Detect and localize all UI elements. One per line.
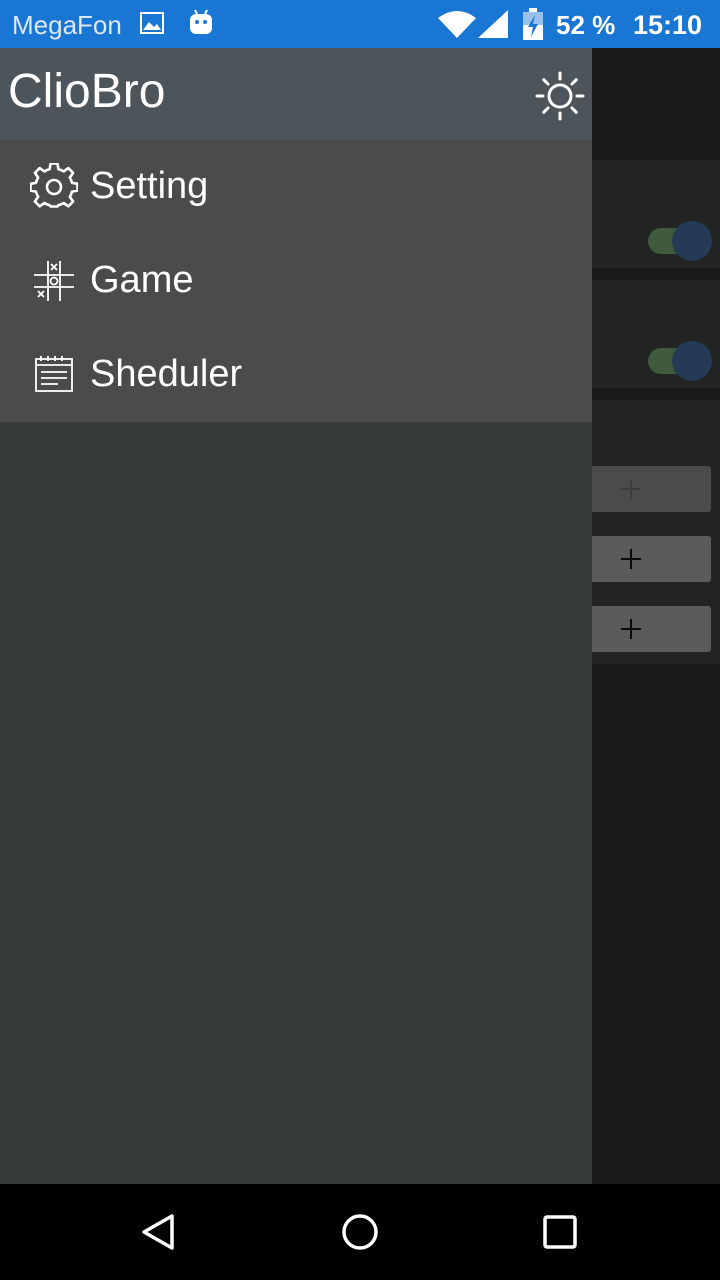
menu-item-label: Sheduler [90, 353, 243, 395]
android-icon [188, 8, 214, 41]
back-button[interactable] [136, 1208, 184, 1256]
theme-toggle-button[interactable] [534, 70, 586, 122]
carrier-name: MegaFon [12, 10, 122, 40]
menu-item-label: Game [90, 259, 194, 301]
clock: 15:10 [633, 10, 703, 40]
tic-tac-toe-icon [30, 257, 78, 305]
calendar-icon [30, 351, 78, 399]
toggle-knob[interactable] [672, 341, 712, 381]
recents-icon [543, 1215, 577, 1249]
navigation-bar [0, 1184, 720, 1280]
status-bar: MegaFon 52 % 15:10 [0, 0, 720, 48]
sun-icon [535, 71, 585, 121]
home-icon [342, 1214, 378, 1250]
background-toolbar [592, 48, 720, 140]
toggle-knob[interactable] [672, 221, 712, 261]
recents-button[interactable] [536, 1208, 584, 1256]
add-button[interactable] [592, 536, 711, 582]
battery-charging-icon [522, 8, 544, 45]
add-button[interactable] [592, 466, 711, 512]
plus-icon [621, 619, 641, 639]
battery-percent: 52 % [556, 10, 616, 40]
navigation-drawer: ClioBro Setting Game Sheduler [0, 48, 592, 1184]
menu-item-label: Setting [90, 165, 209, 207]
menu-item-setting[interactable]: Setting [0, 140, 592, 234]
menu-item-game[interactable]: Game [0, 234, 592, 328]
signal-icon [478, 10, 508, 43]
back-icon [142, 1214, 174, 1250]
plus-icon [621, 479, 641, 499]
add-button[interactable] [592, 606, 711, 652]
drawer-menu: Setting Game Sheduler [0, 140, 592, 422]
app-title: ClioBro [8, 65, 166, 118]
plus-icon [621, 549, 641, 569]
menu-item-sheduler[interactable]: Sheduler [0, 328, 592, 422]
drawer-header: ClioBro [0, 48, 592, 140]
home-button[interactable] [336, 1208, 384, 1256]
gear-icon [29, 162, 79, 211]
wifi-icon [438, 10, 476, 43]
gallery-icon [140, 12, 164, 39]
